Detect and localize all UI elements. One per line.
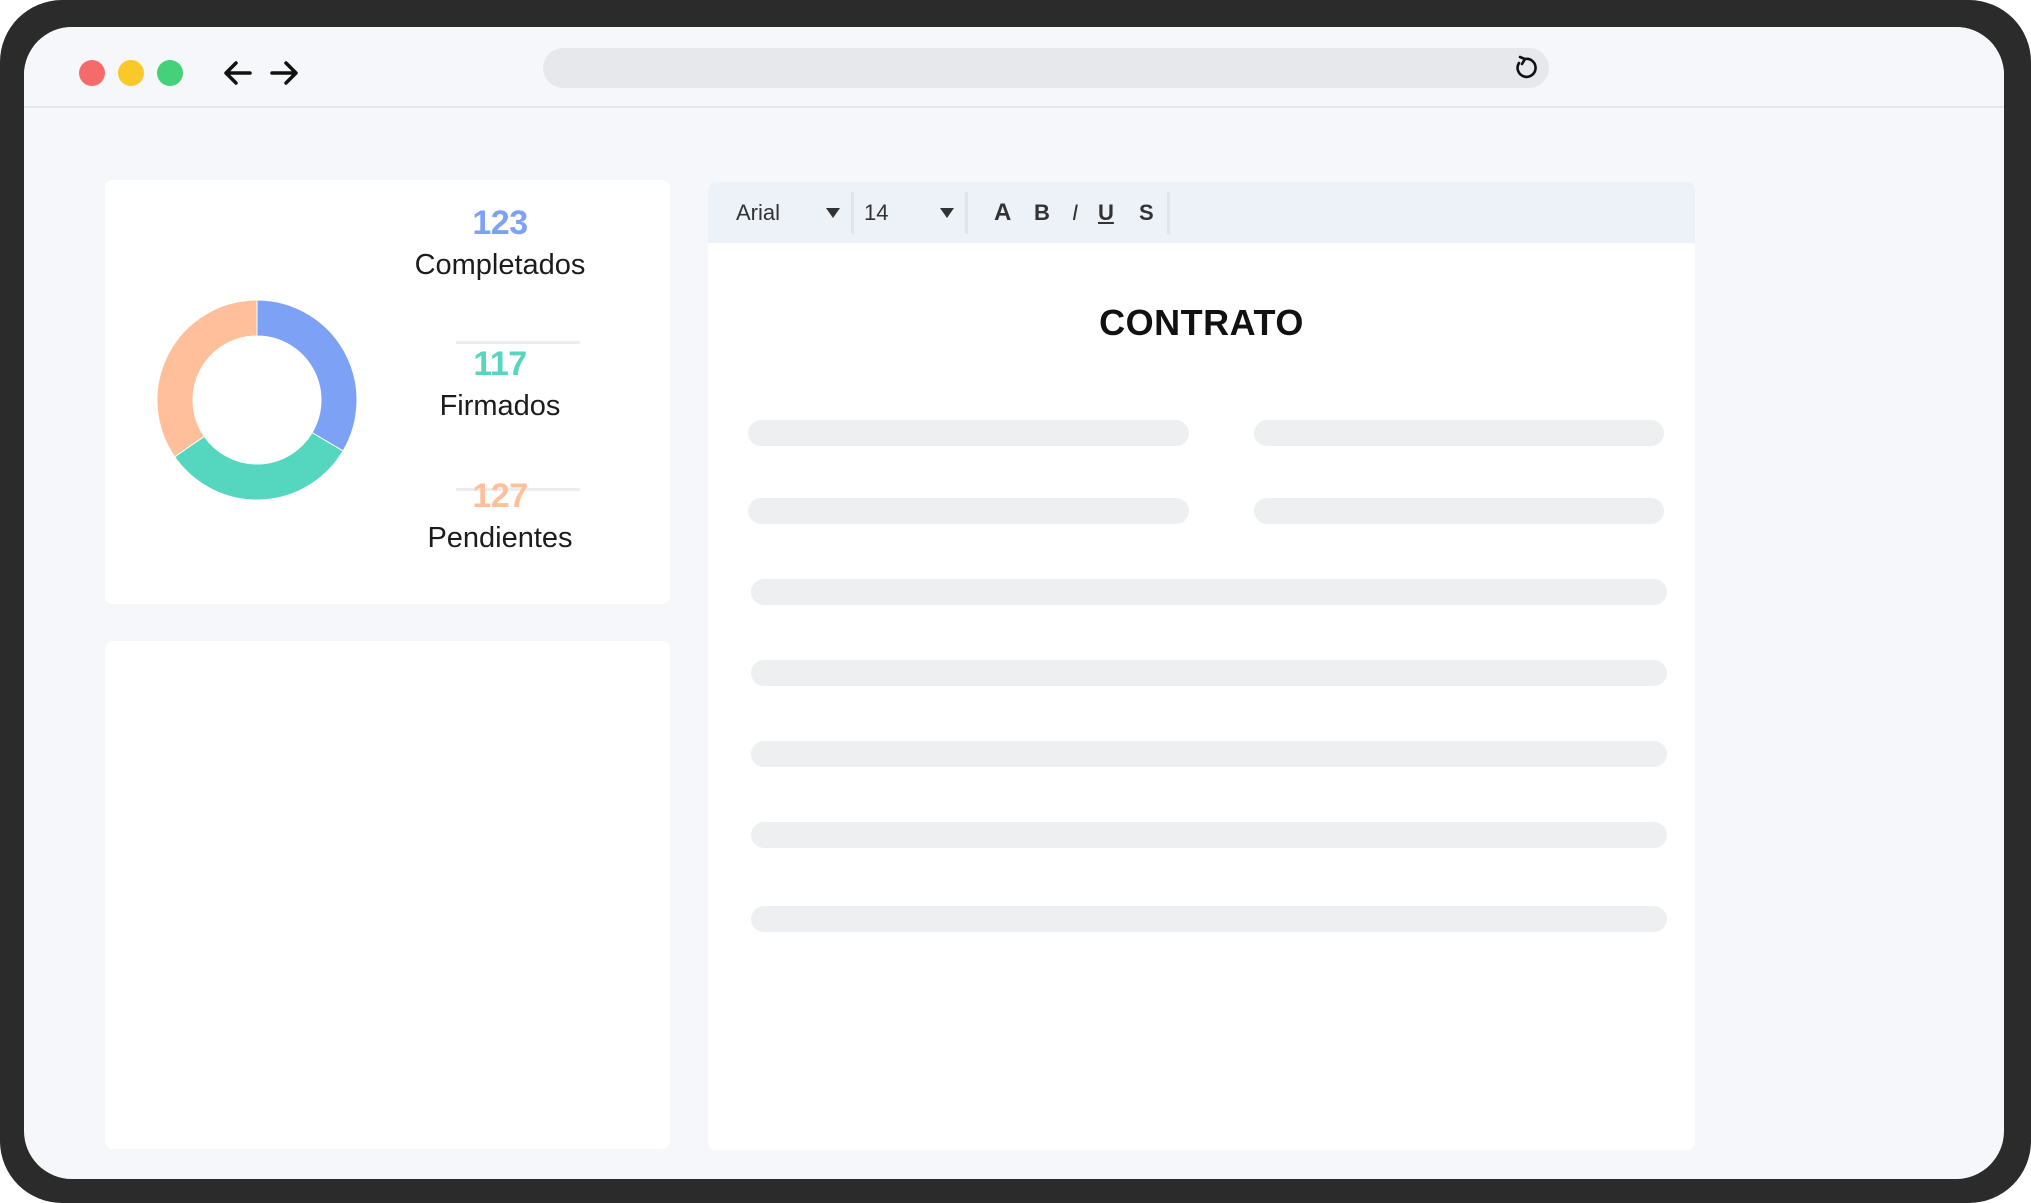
bold-button[interactable]: B xyxy=(1034,182,1050,243)
document-title: CONTRATO xyxy=(1099,302,1304,343)
back-arrow-icon[interactable] xyxy=(220,55,256,91)
text-placeholder-line xyxy=(1254,420,1664,446)
donut-segment-completed xyxy=(256,300,357,452)
close-window-button[interactable] xyxy=(79,60,105,86)
toolbar-divider xyxy=(965,192,968,234)
stat-pending-value: 127 xyxy=(472,477,528,515)
stat-completed-label: Completados xyxy=(414,249,586,281)
reload-icon[interactable] xyxy=(1511,54,1539,82)
toolbar-divider xyxy=(851,192,854,234)
minimize-window-button[interactable] xyxy=(118,60,144,86)
stat-completed: 123 Completados xyxy=(385,204,615,282)
text-placeholder-line xyxy=(751,822,1667,848)
screen: 123 Completados 117 Firmados 127 Pendien… xyxy=(24,27,2004,1179)
stats-card: 123 Completados 117 Firmados 127 Pendien… xyxy=(105,180,670,604)
text-placeholder-line xyxy=(748,420,1189,446)
font-family-select[interactable]: Arial xyxy=(736,182,780,243)
device-frame: 123 Completados 117 Firmados 127 Pendien… xyxy=(0,0,2031,1203)
status-donut-chart xyxy=(157,300,357,500)
text-placeholder-line xyxy=(751,579,1667,605)
italic-button[interactable]: I xyxy=(1072,182,1078,243)
stat-separator xyxy=(456,341,580,344)
font-color-button[interactable]: A xyxy=(994,182,1011,243)
editor-toolbar: Arial 14 A B I U S xyxy=(708,182,1695,243)
toolbar-divider xyxy=(1167,192,1170,234)
address-bar[interactable] xyxy=(543,48,1549,88)
underline-button[interactable]: U xyxy=(1098,182,1114,243)
text-placeholder-line xyxy=(1254,498,1664,524)
stat-pending: 127 Pendientes xyxy=(385,477,615,555)
maximize-window-button[interactable] xyxy=(157,60,183,86)
text-placeholder-line xyxy=(751,906,1667,932)
empty-panel xyxy=(105,641,670,1149)
stat-signed-label: Firmados xyxy=(439,390,561,422)
strikethrough-button[interactable]: S xyxy=(1139,182,1154,243)
text-placeholder-line xyxy=(751,741,1667,767)
stat-completed-value: 123 xyxy=(472,204,528,242)
donut-segment-pending xyxy=(157,300,258,458)
donut-segment-signed xyxy=(173,431,344,500)
forward-arrow-icon[interactable] xyxy=(266,55,302,91)
stat-signed: 117 Firmados xyxy=(385,345,615,423)
browser-toolbar xyxy=(24,27,2004,108)
stat-signed-value: 117 xyxy=(473,345,527,383)
stat-pending-label: Pendientes xyxy=(427,522,573,554)
dropdown-caret-icon[interactable] xyxy=(940,208,954,218)
document-editor: Arial 14 A B I U S CONTRATO xyxy=(708,182,1695,1150)
font-size-select[interactable]: 14 xyxy=(864,182,888,243)
text-placeholder-line xyxy=(748,498,1189,524)
text-placeholder-line xyxy=(751,660,1667,686)
dropdown-caret-icon[interactable] xyxy=(826,208,840,218)
